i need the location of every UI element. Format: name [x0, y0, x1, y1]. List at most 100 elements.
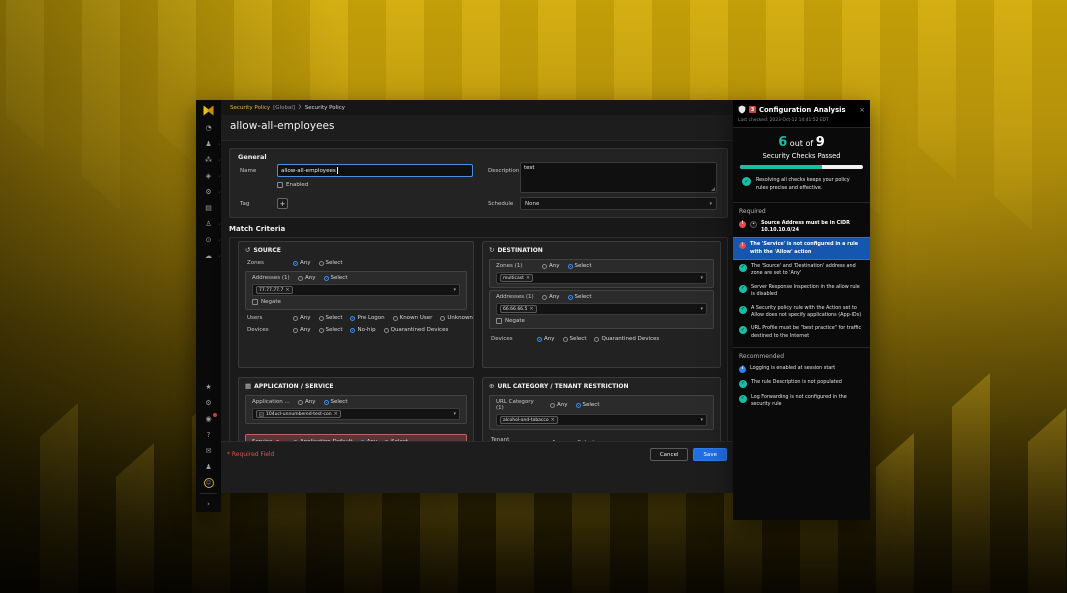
addresses-label: Addresses (1): [252, 275, 290, 281]
chip-remove-icon[interactable]: ×: [551, 417, 555, 423]
required-item-text: URL Profile must be "best practice" for …: [751, 325, 864, 340]
chip-label: 77.77.77.7: [259, 288, 283, 293]
close-icon[interactable]: ×: [859, 106, 865, 114]
sidebar-item-dashboard[interactable]: ◔: [196, 120, 221, 136]
required-item-1[interactable]: ! • Source Address must be in CIDR 10.10…: [733, 217, 870, 238]
sidebar-item-account[interactable]: ♟: [196, 459, 221, 475]
addresses-any-radio[interactable]: Any: [298, 275, 316, 281]
zones-any-radio[interactable]: Any: [293, 260, 311, 266]
recommended-item-1[interactable]: i Logging is enabled at session start: [733, 362, 870, 376]
url-category-select[interactable]: alcohol-and-tobacco × ▾: [496, 414, 707, 426]
zone-chip: multicast ×: [500, 274, 533, 282]
devices-quarantined-radio[interactable]: Quarantined Devices: [384, 327, 449, 333]
url-category-label: URL Category (1): [496, 399, 542, 411]
enabled-checkbox[interactable]: [277, 182, 283, 188]
zones-any-radio[interactable]: Any: [542, 263, 560, 269]
devices-select-radio[interactable]: Select: [319, 327, 343, 333]
schedule-select[interactable]: None ▾: [520, 197, 717, 210]
devices-quarantined-radio[interactable]: Quarantined Devices: [594, 336, 659, 342]
application-select[interactable]: 104ucl-unnumbered-test-con × ▾: [252, 408, 460, 420]
required-item-4[interactable]: ✓ Server Response Inspection in the allo…: [733, 281, 870, 302]
destination-address-select[interactable]: 66.66.66.5 × ▾: [496, 303, 707, 315]
url-category-icon: ⊕: [489, 382, 494, 390]
name-input[interactable]: allow-all-employees: [277, 164, 473, 177]
sidebar-item-reports[interactable]: ▤: [196, 200, 221, 216]
enabled-checkbox-row[interactable]: Enabled: [277, 182, 308, 188]
required-item-5[interactable]: ✓ A Security policy rule with the Action…: [733, 302, 870, 323]
users-knownuser-radio[interactable]: Known User: [393, 315, 433, 321]
star-icon: ★: [205, 383, 211, 391]
chip-remove-icon[interactable]: ×: [526, 275, 530, 281]
sidebar-item-cloud[interactable]: ☁ ›: [196, 248, 221, 264]
zones-select-radio[interactable]: Select: [568, 263, 592, 269]
application-select-radio[interactable]: Select: [324, 399, 348, 405]
general-section-title: General: [238, 153, 267, 161]
sidebar-item-network[interactable]: ⁂ ›: [196, 152, 221, 168]
required-item-text: Source Address must be in CIDR 10.10.10.…: [761, 220, 864, 235]
users-prelogon-radio[interactable]: Pre Logon: [350, 315, 384, 321]
add-tag-button[interactable]: +: [277, 198, 288, 209]
url-select-radio[interactable]: Select: [576, 402, 600, 408]
users-select-radio[interactable]: Select: [319, 315, 343, 321]
resize-handle-icon[interactable]: [711, 187, 715, 191]
users-unknown-radio[interactable]: Unknown: [440, 315, 473, 321]
sidebar-item-profile[interactable]: ☺: [196, 475, 221, 491]
url-category-chip: alcohol-and-tobacco ×: [500, 416, 558, 424]
score-total: 9: [816, 135, 825, 150]
application-any-radio[interactable]: Any: [298, 399, 316, 405]
destination-zones-row: Zones (1) Any Select: [490, 261, 713, 271]
devices-any-radio[interactable]: Any: [537, 336, 555, 342]
source-address-select[interactable]: 77.77.77.7 × ▾: [252, 284, 460, 296]
recommended-item-3[interactable]: ✓ Log Forwarding is not configured in th…: [733, 391, 870, 412]
sidebar-item-users[interactable]: ♟ ›: [196, 136, 221, 152]
url-category-title: URL CATEGORY / TENANT RESTRICTION: [497, 383, 628, 390]
sidebar-collapse-button[interactable]: ›: [196, 496, 221, 512]
breadcrumb-separator-icon: ❯: [298, 105, 302, 110]
application-chip: 104ucl-unnumbered-test-con ×: [256, 410, 341, 418]
negate-checkbox-row[interactable]: Negate: [252, 299, 281, 305]
sidebar-item-feedback[interactable]: ✉: [196, 443, 221, 459]
brand-logo[interactable]: [196, 100, 221, 120]
required-item-6[interactable]: ✓ URL Profile must be "best practice" fo…: [733, 322, 870, 343]
sidebar-item-favorites[interactable]: ★: [196, 379, 221, 395]
devices-select-radio[interactable]: Select: [563, 336, 587, 342]
cancel-button[interactable]: Cancel: [650, 448, 689, 461]
negate-checkbox-row[interactable]: Negate: [496, 318, 525, 324]
addresses-select-radio[interactable]: Select: [324, 275, 348, 281]
description-textarea[interactable]: test: [520, 162, 717, 193]
devices-nohip-radio[interactable]: No-hip: [350, 327, 375, 333]
collapse-icon: ›: [207, 500, 210, 508]
addresses-any-radio[interactable]: Any: [542, 294, 560, 300]
sidebar-item-preferences[interactable]: ⚙: [196, 395, 221, 411]
save-button[interactable]: Save: [693, 448, 727, 461]
form-footer: * Required Field Cancel Save: [221, 441, 733, 467]
chip-remove-icon[interactable]: ×: [529, 306, 533, 312]
sidebar-item-insights[interactable]: ⊙ ›: [196, 232, 221, 248]
destination-zone-select[interactable]: multicast × ▾: [496, 272, 707, 284]
recommended-item-text: The rule Description is not populated: [751, 379, 842, 386]
zones-select-radio[interactable]: Select: [319, 260, 343, 266]
negate-checkbox[interactable]: [496, 318, 502, 324]
sidebar-item-help[interactable]: ?: [196, 427, 221, 443]
sidebar-item-identity[interactable]: ♙ ›: [196, 216, 221, 232]
required-item-2[interactable]: ! The 'Service' is not configured in a r…: [733, 237, 870, 260]
users-any-radio[interactable]: Any: [293, 315, 311, 321]
url-any-radio[interactable]: Any: [550, 402, 568, 408]
addresses-select-radio[interactable]: Select: [568, 294, 592, 300]
sidebar-item-settings[interactable]: ⚙ ›: [196, 184, 221, 200]
app-id-icon: [259, 412, 264, 417]
devices-any-radio[interactable]: Any: [293, 327, 311, 333]
required-item-3[interactable]: ✓ The 'Source' and 'Destination' address…: [733, 260, 870, 281]
destination-negate-row: Negate: [490, 316, 713, 326]
page-title: allow-all-employees: [221, 115, 733, 135]
negate-checkbox[interactable]: [252, 299, 258, 305]
sidebar-item-notifications[interactable]: ◉: [196, 411, 221, 427]
recommended-item-text: Log Forwarding is not configured in the …: [751, 394, 864, 409]
chip-remove-icon[interactable]: ×: [334, 411, 338, 417]
required-section-title: Required: [733, 203, 870, 217]
chip-remove-icon[interactable]: ×: [285, 287, 289, 293]
recommended-item-2[interactable]: ✓ The rule Description is not populated: [733, 376, 870, 391]
sidebar-item-security[interactable]: ◈ ›: [196, 168, 221, 184]
breadcrumb-link[interactable]: Security Policy: [230, 105, 270, 111]
sidebar: ◔ ♟ › ⁂ › ◈ › ⚙ › ▤ ♙ › ⊙ › ☁: [196, 100, 221, 512]
